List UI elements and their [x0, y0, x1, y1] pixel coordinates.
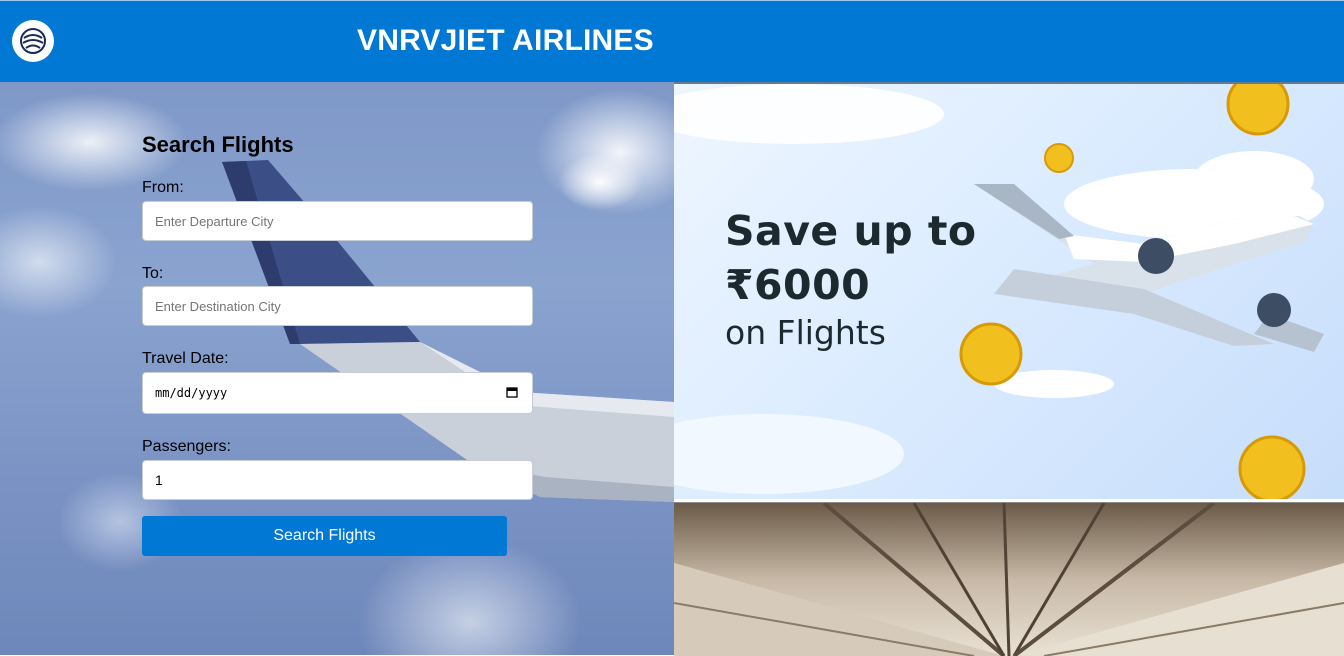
promo-banner[interactable]: Save up to ₹6000 on Flights — [674, 82, 1344, 499]
passengers-value: 1 — [155, 472, 163, 488]
sky-background-image — [0, 82, 674, 655]
departure-city-input[interactable]: Enter Departure City — [142, 201, 533, 241]
search-flights-button[interactable]: Search Flights — [142, 516, 507, 556]
search-form: Search Flights — [142, 131, 533, 159]
promo-headline-line2: ₹6000 — [725, 261, 871, 309]
promo-text: Save up to ₹6000 on Flights — [725, 204, 977, 354]
to-label: To: — [142, 265, 164, 282]
departure-city-placeholder: Enter Departure City — [155, 213, 274, 229]
search-form-heading: Search Flights — [142, 132, 294, 157]
app-title: VNRVJIET AIRLINES — [357, 24, 654, 57]
destination-city-placeholder: Enter Destination City — [155, 298, 281, 314]
from-label: From: — [142, 179, 184, 196]
travel-date-placeholder: mm/dd/yyyy — [155, 386, 228, 400]
promo-headline-line1: Save up to — [725, 207, 977, 255]
travel-date-label: Travel Date: — [142, 350, 229, 367]
cabin-interior-image — [674, 502, 1344, 656]
promo-subline: on Flights — [725, 313, 886, 352]
passengers-input[interactable]: 1 — [142, 460, 533, 500]
app-header: VNRVJIET AIRLINES — [0, 0, 1344, 82]
airline-logo-icon[interactable] — [12, 20, 54, 62]
travel-date-input[interactable]: mm/dd/yyyy — [142, 372, 533, 414]
passengers-label: Passengers: — [142, 438, 231, 455]
destination-city-input[interactable]: Enter Destination City — [142, 286, 533, 326]
calendar-icon[interactable] — [506, 386, 518, 398]
